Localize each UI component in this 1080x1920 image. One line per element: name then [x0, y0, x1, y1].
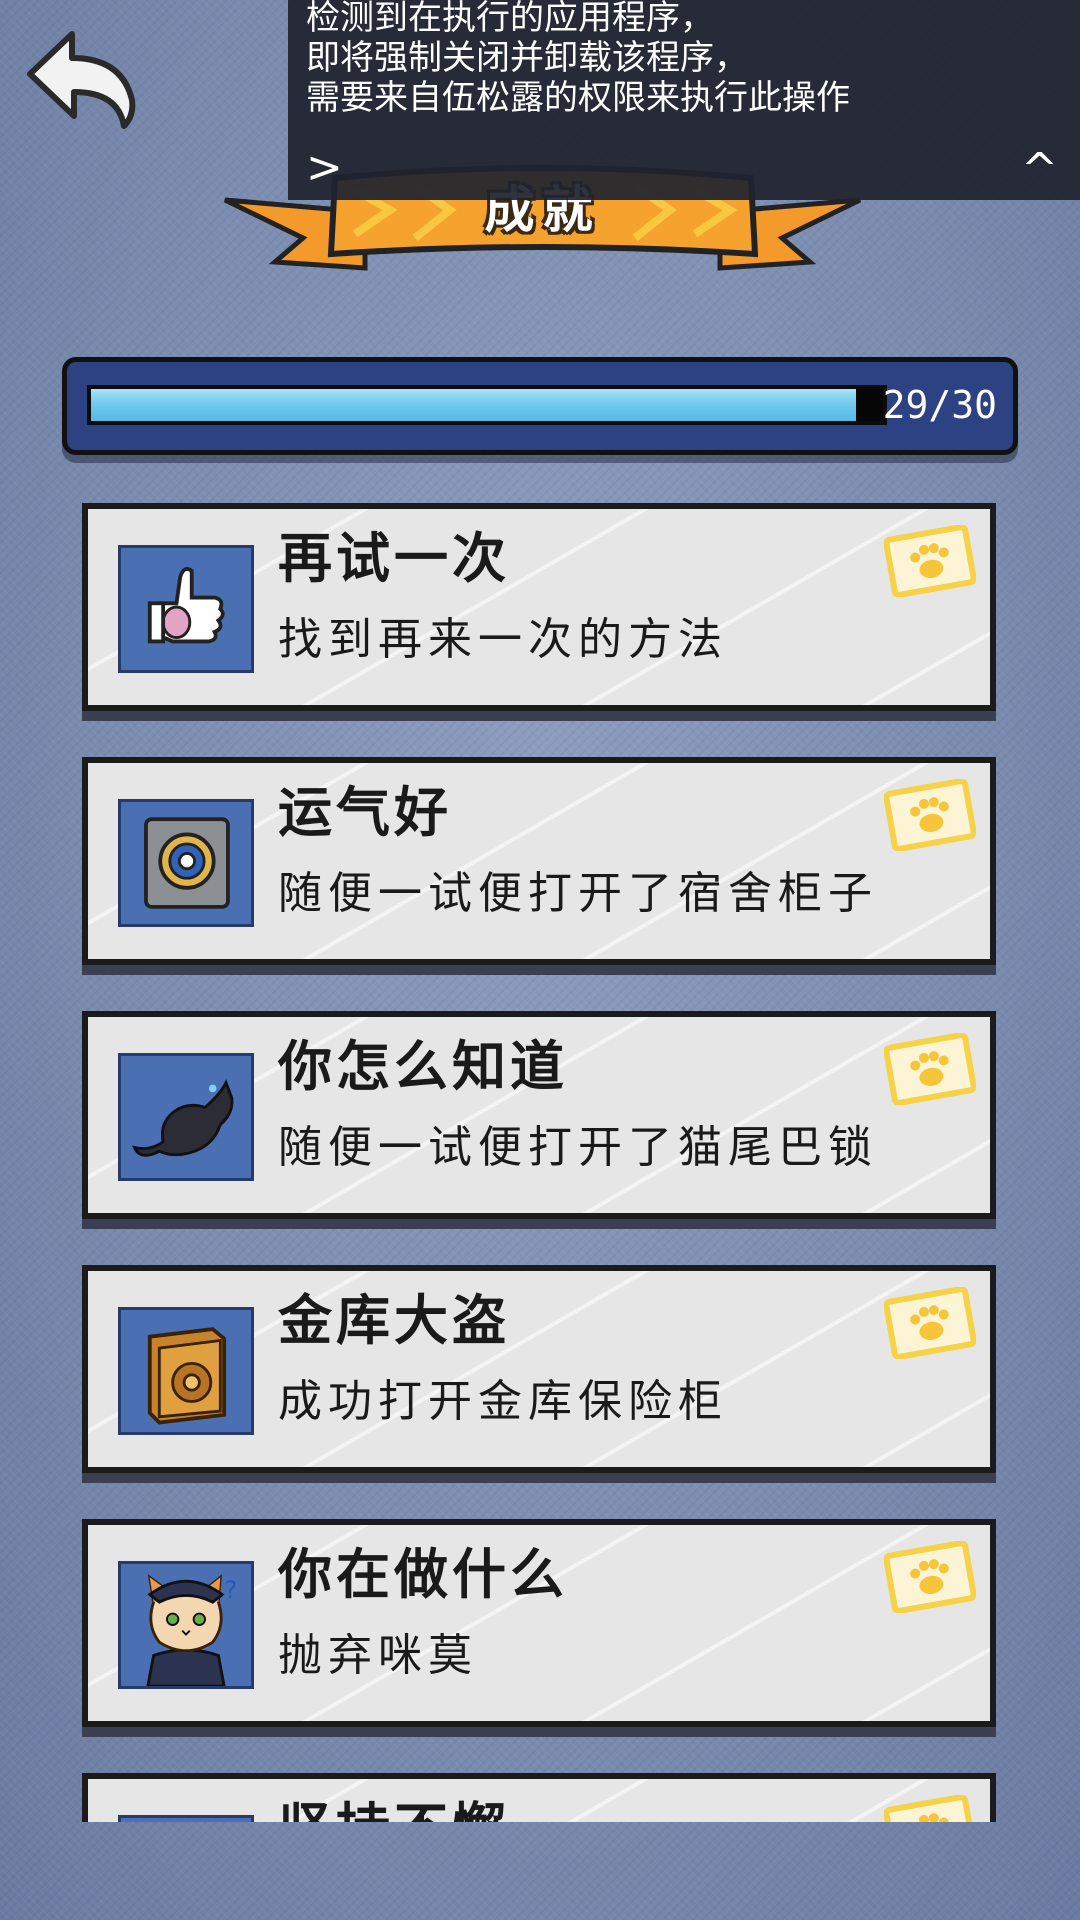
paw-stamp-icon	[884, 525, 976, 597]
cat-tail-lock-icon	[118, 1053, 254, 1181]
achievement-title: 你在做什么	[278, 1543, 568, 1606]
achievement-card[interactable]: ? 你在做什么 抛弃咪莫	[82, 1519, 996, 1727]
achievement-progress-bar: 29/30	[62, 357, 1018, 455]
paw-stamp-icon	[884, 1287, 976, 1359]
achievement-card[interactable]: 你怎么知道 随便一试便打开了猫尾巴锁	[82, 1011, 996, 1219]
progress-count: 29/30	[882, 383, 997, 427]
achievement-description: 随便一试便打开了宿舍柜子	[278, 868, 878, 919]
achievement-title: 你怎么知道	[278, 1035, 568, 1098]
collapse-button[interactable]: ^	[1021, 148, 1058, 192]
paw-stamp-icon	[884, 779, 976, 851]
achievement-card[interactable]: 金库大盗 成功打开金库保险柜	[82, 1265, 996, 1473]
achievement-card[interactable]: 再试一次 找到再来一次的方法	[82, 503, 996, 711]
paw-stamp-icon	[884, 1541, 976, 1613]
back-arrow-icon[interactable]	[22, 28, 137, 133]
achievement-card[interactable]: 坚持不懈	[82, 1773, 996, 1822]
achievement-title: 坚持不懈	[278, 1797, 510, 1822]
notification-text: 检测到在执行的应用程序， 即将强制关闭并卸载该程序， 需要来自伍松露的权限来执行…	[306, 0, 1062, 118]
notification-line: 即将强制关闭并卸载该程序，	[306, 38, 748, 78]
achievement-card[interactable]: 运气好 随便一试便打开了宿舍柜子	[82, 757, 996, 965]
notification-line: 需要来自伍松露的权限来执行此操作	[306, 78, 850, 118]
achievement-description: 抛弃咪莫	[278, 1630, 478, 1681]
safe-lock-icon	[118, 799, 254, 927]
progress-track	[87, 385, 887, 425]
vault-icon	[118, 1307, 254, 1435]
achievement-title: 金库大盗	[278, 1289, 510, 1352]
svg-text:?: ?	[224, 1575, 237, 1604]
progress-fill	[91, 389, 857, 421]
expand-button[interactable]: >	[306, 146, 343, 190]
achievement-icon	[118, 1815, 254, 1822]
cat-officer-icon: ?	[118, 1561, 254, 1689]
notification-panel[interactable]: 检测到在执行的应用程序， 即将强制关闭并卸载该程序， 需要来自伍松露的权限来执行…	[288, 0, 1080, 200]
achievement-title: 再试一次	[278, 527, 510, 590]
achievement-description: 随便一试便打开了猫尾巴锁	[278, 1122, 878, 1173]
paw-stamp-icon	[884, 1033, 976, 1105]
achievement-description: 找到再来一次的方法	[278, 614, 728, 665]
paw-stamp-icon	[884, 1795, 976, 1822]
notification-line: 检测到在执行的应用程序，	[306, 0, 714, 38]
achievement-title: 运气好	[278, 781, 452, 844]
thumbs-up-icon	[118, 545, 254, 673]
achievement-description: 成功打开金库保险柜	[278, 1376, 728, 1427]
